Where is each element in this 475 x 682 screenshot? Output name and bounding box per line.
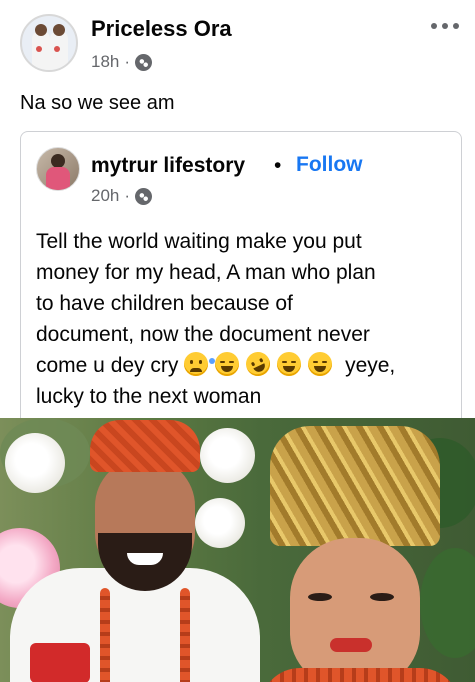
text-fragment: come u dey cry bbox=[36, 354, 179, 377]
woman-crown bbox=[270, 426, 440, 546]
woman-face bbox=[290, 538, 420, 682]
shared-post-card[interactable]: mytrur lifestory • Follow 20h · Tell the… bbox=[20, 131, 462, 423]
meta-separator: · bbox=[124, 186, 131, 205]
woman-bead-necklace bbox=[260, 668, 460, 682]
avatar-head bbox=[35, 24, 47, 36]
shared-author-avatar[interactable] bbox=[36, 147, 80, 191]
post-meta: 18h · bbox=[91, 52, 153, 72]
flower bbox=[200, 428, 255, 483]
flower bbox=[195, 498, 245, 548]
coral-beads bbox=[100, 588, 110, 682]
post-photo[interactable] bbox=[0, 418, 475, 682]
rolling-on-floor-laughing-icon bbox=[242, 348, 275, 380]
globe-icon[interactable] bbox=[135, 187, 153, 205]
post-text: Na so we see am bbox=[20, 92, 175, 114]
globe-icon[interactable] bbox=[135, 53, 153, 71]
meta-separator: · bbox=[124, 52, 131, 71]
man-cap bbox=[90, 420, 200, 472]
text-line: Tell the world waiting make you put bbox=[36, 230, 362, 253]
shared-post-meta: 20h · bbox=[91, 186, 153, 206]
crying-face-icon bbox=[184, 352, 209, 376]
woman-lips bbox=[330, 638, 372, 652]
avatar-body bbox=[46, 167, 70, 190]
shared-post-time[interactable]: 20h bbox=[91, 186, 119, 206]
tears-of-joy-face-icon bbox=[277, 352, 302, 376]
shared-author-name[interactable]: mytrur lifestory bbox=[91, 154, 245, 178]
avatar-detail bbox=[36, 46, 42, 52]
grinning-squinting-face-icon bbox=[308, 352, 333, 376]
shared-post-text: Tell the world waiting make you put mone… bbox=[36, 226, 451, 412]
flower bbox=[5, 433, 65, 493]
foliage bbox=[420, 548, 475, 658]
woman-eye bbox=[370, 593, 394, 601]
robe-pattern bbox=[30, 643, 90, 682]
post-time[interactable]: 18h bbox=[91, 52, 119, 72]
author-avatar[interactable] bbox=[20, 14, 78, 72]
more-dot bbox=[442, 23, 448, 29]
woman-eye bbox=[308, 593, 332, 601]
avatar-detail bbox=[54, 46, 60, 52]
text-line: lucky to the next woman bbox=[36, 385, 262, 408]
text-line: money for my head, A man who plan bbox=[36, 261, 376, 284]
more-options-icon[interactable] bbox=[427, 14, 463, 38]
text-line: to have children because of bbox=[36, 292, 293, 315]
more-dot bbox=[431, 23, 437, 29]
avatar-head bbox=[53, 24, 65, 36]
grinning-squinting-face-icon bbox=[215, 352, 240, 376]
coral-beads bbox=[180, 588, 190, 682]
avatar-head bbox=[51, 154, 65, 168]
text-line: document, now the document never bbox=[36, 323, 370, 346]
follow-button[interactable]: Follow bbox=[296, 153, 363, 177]
follow-separator: • bbox=[274, 154, 282, 177]
author-name[interactable]: Priceless Ora bbox=[91, 16, 232, 42]
text-fragment: yeye, bbox=[345, 354, 396, 377]
text-line: come u dey cry yeye, bbox=[36, 348, 451, 381]
post-header: Priceless Ora 18h · bbox=[0, 0, 475, 84]
more-dot bbox=[453, 23, 459, 29]
